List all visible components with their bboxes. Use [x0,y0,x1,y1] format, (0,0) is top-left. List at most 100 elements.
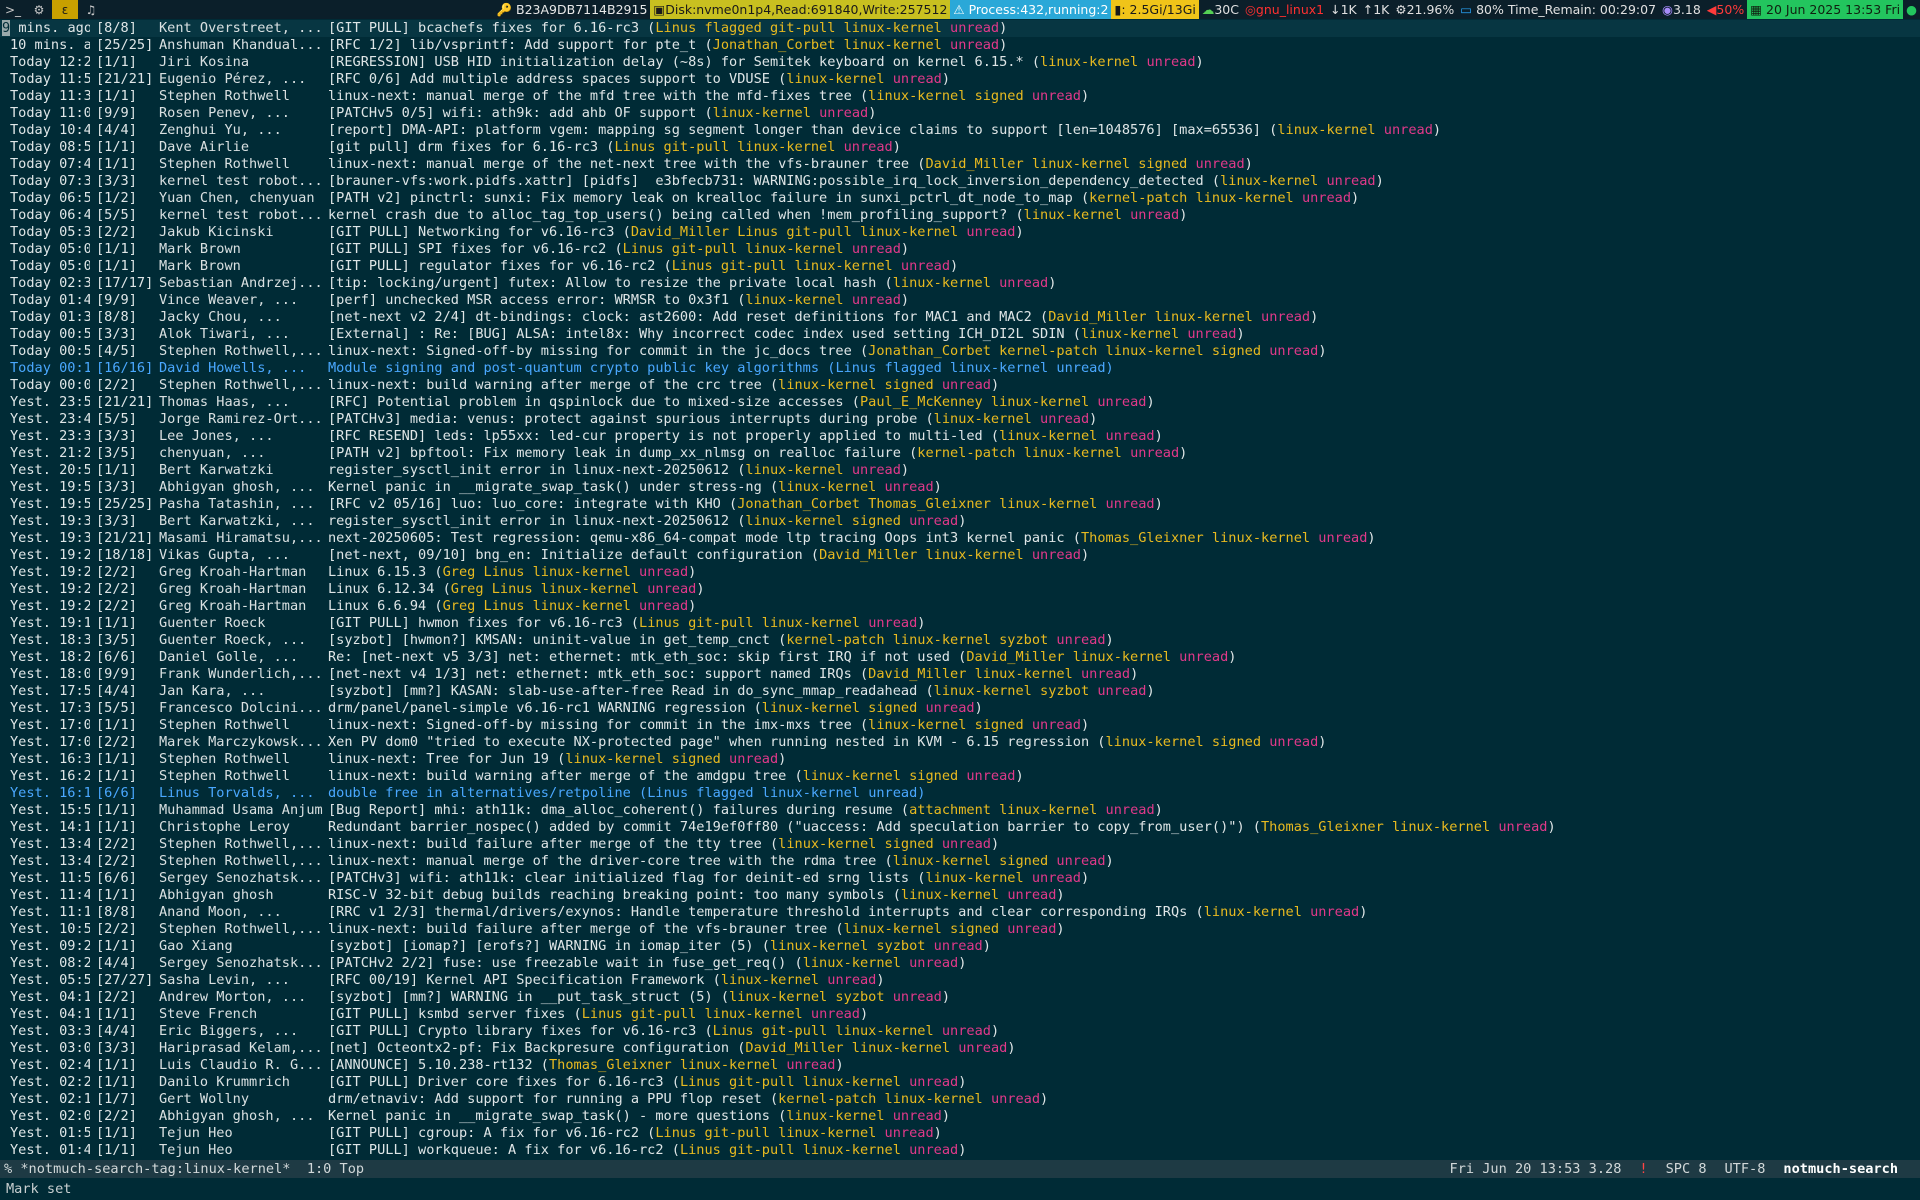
list-item[interactable]: Today 10:47 [4/4] Zenghui Yu, ... [report] … [0,122,1920,139]
list-item[interactable]: Yest. 13:48 [2/2] Stephen Rothwell,... linu… [0,853,1920,870]
stream-indicator: 🔑 B23A9DB7114B2915 [496,1,648,18]
list-item[interactable]: Yest. 16:29 [1/1] Stephen Rothwell linux-ne… [0,768,1920,785]
list-item[interactable]: Today 01:30 [8/8] Jacky Chou, ... [net-next… [0,309,1920,326]
thread-authors: Sasha Levin, ... [159,972,290,988]
list-item[interactable]: Yest. 23:44 [5/5] Jorge Ramirez-Ort... [PAT… [0,411,1920,428]
tag-spacer [1310,530,1318,547]
thread-tags: David_Miller linux-kernel [745,1040,951,1056]
list-item[interactable]: Today 06:44 [5/5] kernel test robot... kern… [0,207,1920,224]
paren-open: ( [769,71,787,87]
list-item[interactable]: Yest. 02:07 [2/2] Abhigyan ghosh, ... Kerne… [0,1108,1920,1125]
list-item[interactable]: Yest. 01:49 [1/1] Tejun Heo [GIT PULL] work… [0,1142,1920,1159]
list-item[interactable]: Yest. 19:16 [1/1] Guenter Roeck [GIT PULL] … [0,615,1920,632]
paren-close: ) [892,139,901,155]
paren-close: ) [1244,156,1253,172]
paren-close: ) [958,955,967,971]
thread-subject: [syzbot] [mm?] KASAN: slab-use-after-fre… [328,683,918,699]
paren-open: ( [663,1142,680,1158]
workspace-1-button[interactable]: >_ [0,0,26,19]
list-item[interactable]: Yest. 19:52 [25/25] Pasha Tatashin, ... [RF… [0,496,1920,513]
list-item[interactable]: Yest. 18:08 [9/9] Frank Wunderlich,... [net… [0,666,1920,683]
list-item[interactable]: Today 12:25 [1/1] Jiri Kosina [REGRESSION] … [0,54,1920,71]
thread-subject: linux-next: manual merge of the mfd tree… [328,88,852,104]
list-item[interactable]: Yest. 23:51 [21/21] Thomas Haas, ... [RFC] … [0,394,1920,411]
list-item[interactable]: Yest. 19:30 [21/21] Masami Hiramatsu,... ne… [0,530,1920,547]
thread-tags: Linus git-pull linux-kernel [655,1125,877,1141]
thread-subject: [RFC] Potential problem in qspinlock due… [328,394,844,410]
list-item[interactable]: Yest. 10:52 [2/2] Stephen Rothwell,... linu… [0,921,1920,938]
list-item[interactable]: Yest. 19:20 [2/2] Greg Kroah-Hartman Linux … [0,564,1920,581]
list-item[interactable]: Today 05:07 [1/1] Mark Brown [GIT PULL] reg… [0,258,1920,275]
workspace-4-button[interactable]: ♫ [78,0,104,19]
thread-subject: next-20250605: Test regression: qemu-x86… [328,530,1065,546]
list-item[interactable]: Yest. 19:39 [3/3] Bert Karwatzki, ... regis… [0,513,1920,530]
thread-subject: [syzbot] [hwmon?] KMSAN: uninit-value in… [328,632,770,648]
list-item[interactable]: Today 06:57 [1/2] Yuan Chen, chenyuan [PATH… [0,190,1920,207]
list-item[interactable]: Yest. 17:59 [4/4] Jan Kara, ... [syzbot] [m… [0,683,1920,700]
list-item[interactable]: Yest. 16:19 [6/6] Linus Torvalds, ... doubl… [0,785,1920,802]
unread-tag: unread [884,479,934,495]
list-item[interactable]: Yest. 02:26 [1/1] Danilo Krummrich [GIT PUL… [0,1074,1920,1091]
list-item[interactable]: Yest. 02:41 [1/1] Luis Claudio R. G... [ANN… [0,1057,1920,1074]
list-item[interactable]: Yest. 04:16 [1/1] Steve French [GIT PULL] k… [0,1006,1920,1023]
list-item[interactable]: Yest. 08:21 [4/4] Sergey Senozhatsk... [PAT… [0,955,1920,972]
list-item[interactable]: Yest. 19:27 [18/18] Vikas Gupta, ... [net-n… [0,547,1920,564]
thread-count: [1/1] [96,139,137,155]
list-item[interactable]: Yest. 23:32 [3/3] Lee Jones, ... [RFC RESEN… [0,428,1920,445]
list-item[interactable]: Today 00:56 [3/3] Alok Tiwari, ... [Externa… [0,326,1920,343]
list-item[interactable]: Yest. 01:53 [1/1] Tejun Heo [GIT PULL] cgro… [0,1125,1920,1142]
list-item[interactable]: Yest. 17:03 [1/1] Stephen Rothwell linux-ne… [0,717,1920,734]
list-item[interactable]: Yest. 03:35 [4/4] Eric Biggers, ... [GIT PU… [0,1023,1920,1040]
list-item[interactable]: 9 mins. ago [8/8] Kent Overstreet, ... [GIT… [0,20,1920,37]
list-item[interactable]: Today 00:54 [4/5] Stephen Rothwell,... linu… [0,343,1920,360]
list-item[interactable]: Yest. 09:23 [1/1] Gao Xiang [syzbot] [iomap… [0,938,1920,955]
unread-tag: unread [851,241,901,257]
list-item[interactable]: Today 01:40 [9/9] Vince Weaver, ... [perf] … [0,292,1920,309]
workspace-2-button[interactable]: ⚙ [26,0,52,19]
list-item[interactable]: Today 00:08 [2/2] Stephen Rothwell,... linu… [0,377,1920,394]
list-item[interactable]: Yest. 18:21 [6/6] Daniel Golle, ... Re: [ne… [0,649,1920,666]
thread-tags: linux-kernel syzbot [769,938,926,954]
list-item[interactable]: Today 11:33 [1/1] Stephen Rothwell linux-ne… [0,88,1920,105]
list-item[interactable]: Yest. 11:41 [1/1] Abhigyan ghosh RISC-V 32-… [0,887,1920,904]
search-results-list[interactable]: 9 mins. ago [8/8] Kent Overstreet, ... [GIT… [0,20,1920,1160]
list-item[interactable]: Yest. 02:13 [1/7] Gert Wollny drm/etnaviv: … [0,1091,1920,1108]
list-item[interactable]: Yest. 13:49 [2/2] Stephen Rothwell,... linu… [0,836,1920,853]
list-item[interactable]: Yest. 17:01 [2/2] Marek Marczykowsk... Xen … [0,734,1920,751]
list-item[interactable]: Today 05:30 [2/2] Jakub Kicinski [GIT PULL]… [0,224,1920,241]
thread-authors: Linus Torvalds, ... [159,785,315,801]
list-item[interactable]: Yest. 11:50 [6/6] Sergey Senozhatsk... [PAT… [0,870,1920,887]
list-item[interactable]: Yest. 16:33 [1/1] Stephen Rothwell linux-ne… [0,751,1920,768]
minibuffer[interactable]: Mark set [0,1178,1920,1200]
thread-tags: Linus git-pull linux-kernel [679,1074,901,1090]
list-item[interactable]: Yest. 11:15 [8/8] Anand Moon, ... [RRC v1 2… [0,904,1920,921]
list-item[interactable]: Yest. 15:57 [1/1] Muhammad Usama Anjum [Bug… [0,802,1920,819]
list-item[interactable]: Yest. 17:37 [5/5] Francesco Dolcini... drm/… [0,700,1920,717]
list-item[interactable]: Today 11:09 [9/9] Rosen Penev, ... [PATCHv5… [0,105,1920,122]
list-item[interactable]: Today 07:41 [1/1] Stephen Rothwell linux-ne… [0,156,1920,173]
thread-subject: [perf] unchecked MSR access error: WRMSR… [328,292,730,308]
workspace-3-button[interactable]: ε [52,0,78,19]
tag-spacer [1187,156,1195,173]
list-item[interactable]: Yest. 05:52 [27/27] Sasha Levin, ... [RFC 0… [0,972,1920,989]
list-item[interactable]: 10 mins. ago [25/25] Anshuman Khandual... [… [0,37,1920,54]
list-item[interactable]: Today 11:55 [21/21] Eugenio Pérez, ... [RFC… [0,71,1920,88]
list-item[interactable]: Yest. 19:53 [3/3] Abhigyan ghosh, ... Kerne… [0,479,1920,496]
list-item[interactable]: Yest. 03:00 [3/3] Hariprasad Kelam,... [net… [0,1040,1920,1057]
list-item[interactable]: Yest. 19:20 [2/2] Greg Kroah-Hartman Linux … [0,581,1920,598]
thread-authors: Greg Kroah-Hartman [159,564,307,580]
list-item[interactable]: Yest. 20:52 [1/1] Bert Karwatzki register_s… [0,462,1920,479]
list-item[interactable]: Yest. 14:12 [1/1] Christophe Leroy Redundan… [0,819,1920,836]
list-item[interactable]: Today 07:30 [3/3] kernel test robot... [bra… [0,173,1920,190]
list-item[interactable]: Yest. 21:25 [3/5] chenyuan, ... [PATH v2] b… [0,445,1920,462]
list-item[interactable]: Today 00:19 [16/16] David Howells, ... Modu… [0,360,1920,377]
paren-open: ( [851,88,869,104]
list-item[interactable]: Today 05:07 [1/1] Mark Brown [GIT PULL] SPI… [0,241,1920,258]
paren-open: ( [696,105,713,121]
list-item[interactable]: Yest. 18:31 [3/5] Guenter Roeck, ... [syzbo… [0,632,1920,649]
list-item[interactable]: Yest. 04:19 [2/2] Andrew Morton, ... [syzbo… [0,989,1920,1006]
tray-icon[interactable]: ● [1903,0,1920,19]
list-item[interactable]: Today 02:37 [17/17] Sebastian Andrzej... [t… [0,275,1920,292]
list-item[interactable]: Yest. 19:20 [2/2] Greg Kroah-Hartman Linux … [0,598,1920,615]
list-item[interactable]: Today 08:55 [1/1] Dave Airlie [git pull] dr… [0,139,1920,156]
